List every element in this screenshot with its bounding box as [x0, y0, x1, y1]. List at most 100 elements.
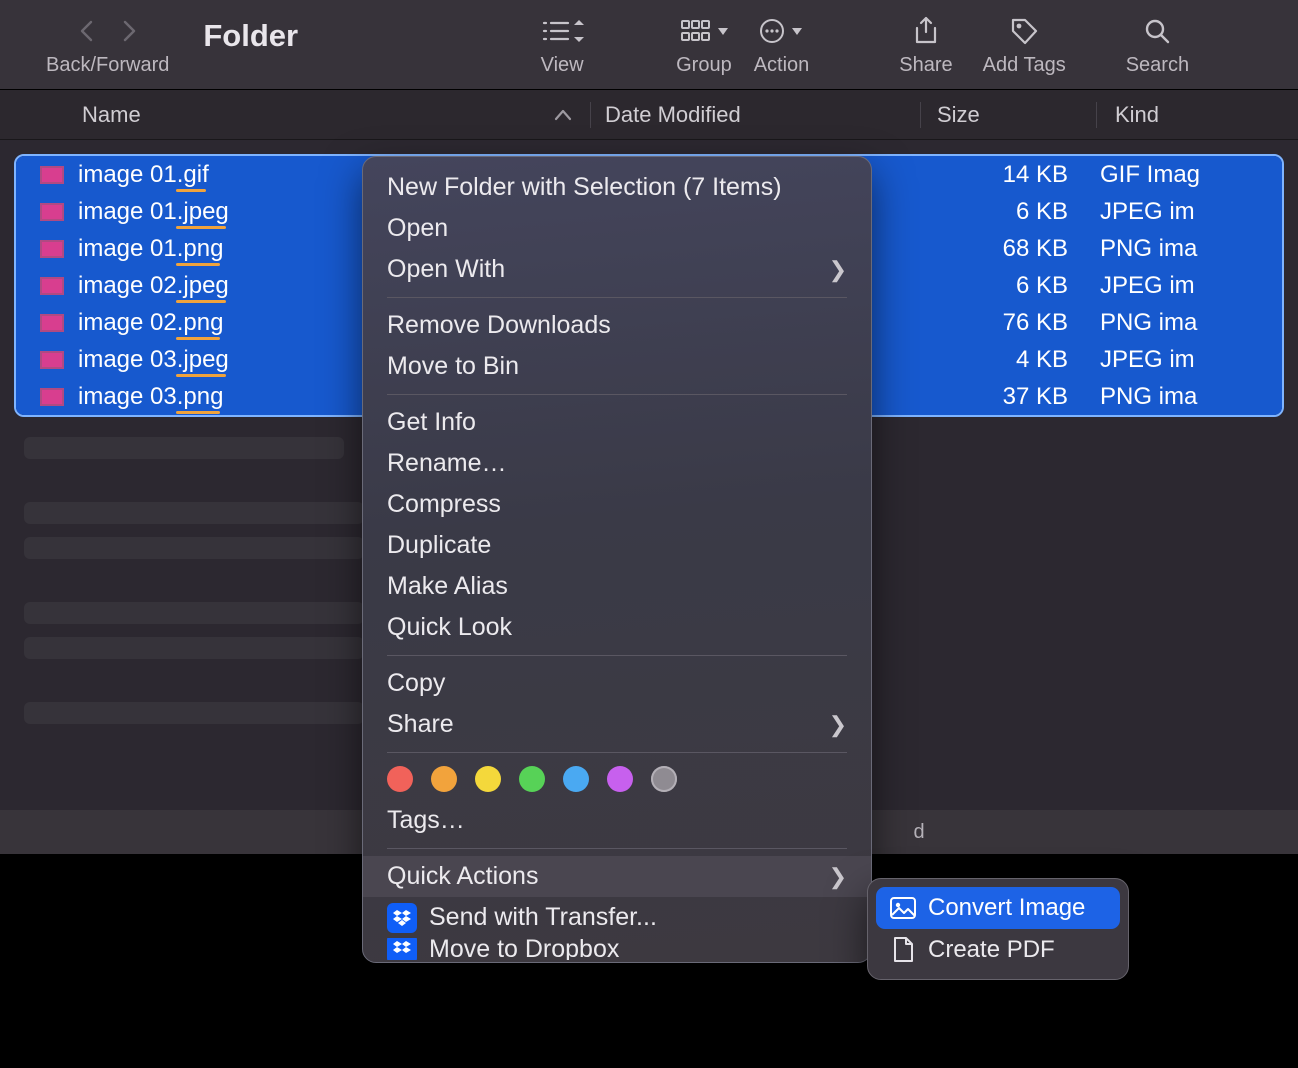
menu-label: Make Alias	[387, 572, 508, 601]
menu-quick-actions[interactable]: Quick Actions❯	[363, 856, 871, 897]
column-kind-label: Kind	[1115, 102, 1159, 127]
tag-purple[interactable]	[607, 766, 633, 792]
back-forward-label: Back/Forward	[46, 54, 169, 77]
menu-quick-look[interactable]: Quick Look	[363, 607, 871, 648]
file-size: 14 KB	[906, 161, 1082, 189]
menu-duplicate[interactable]: Duplicate	[363, 525, 871, 566]
tag-green[interactable]	[519, 766, 545, 792]
chevron-right-icon	[120, 19, 138, 43]
menu-label: Send with Transfer...	[429, 903, 657, 932]
window-title: Folder	[203, 14, 298, 48]
tag-none[interactable]	[651, 766, 677, 792]
menu-label: Open With	[387, 255, 505, 284]
menu-move-to-bin[interactable]: Move to Bin	[363, 346, 871, 387]
dropbox-icon	[387, 903, 417, 933]
forward-button[interactable]	[108, 14, 150, 48]
menu-label: Open	[387, 214, 448, 243]
search-label: Search	[1126, 54, 1189, 77]
share-button[interactable]	[902, 14, 950, 48]
menu-label: New Folder with Selection (7 Items)	[387, 173, 782, 202]
menu-copy[interactable]: Copy	[363, 663, 871, 704]
column-header-size[interactable]: Size	[920, 102, 1096, 128]
status-text: d	[913, 821, 924, 844]
folder-title: Folder	[203, 18, 298, 54]
file-size: 37 KB	[906, 383, 1082, 411]
file-size: 4 KB	[906, 346, 1082, 374]
context-menu: New Folder with Selection (7 Items) Open…	[362, 156, 872, 963]
share-icon	[912, 16, 940, 46]
file-thumbnail-icon	[40, 314, 64, 332]
tag-yellow[interactable]	[475, 766, 501, 792]
action-icon	[758, 18, 806, 44]
file-kind: JPEG im	[1082, 198, 1282, 226]
tag-blue[interactable]	[563, 766, 589, 792]
view-button[interactable]	[538, 14, 586, 48]
menu-separator	[387, 394, 847, 395]
menu-get-info[interactable]: Get Info	[363, 402, 871, 443]
menu-label: Remove Downloads	[387, 311, 611, 340]
file-name: image 01.gif	[78, 161, 209, 189]
file-name: image 01.jpeg	[78, 198, 229, 226]
menu-label: Move to Dropbox	[429, 938, 619, 960]
menu-remove-downloads[interactable]: Remove Downloads	[363, 305, 871, 346]
file-size: 76 KB	[906, 309, 1082, 337]
group-icon	[680, 18, 728, 44]
tag-orange[interactable]	[431, 766, 457, 792]
file-thumbnail-icon	[40, 388, 64, 406]
menu-move-to-dropbox[interactable]: Move to Dropbox	[363, 938, 871, 960]
tag-red[interactable]	[387, 766, 413, 792]
sort-ascending-icon	[554, 108, 572, 122]
file-name: image 01.png	[78, 235, 223, 263]
submenu-convert-image[interactable]: Convert Image	[876, 887, 1120, 929]
menu-send-with-transfer[interactable]: Send with Transfer...	[363, 897, 871, 938]
menu-separator	[387, 848, 847, 849]
menu-new-folder[interactable]: New Folder with Selection (7 Items)	[363, 167, 871, 208]
group-button[interactable]	[680, 14, 728, 48]
file-thumbnail-icon	[40, 351, 64, 369]
file-thumbnail-icon	[40, 240, 64, 258]
menu-tags[interactable]: Tags…	[363, 800, 871, 841]
file-kind: GIF Imag	[1082, 161, 1282, 189]
menu-label: Rename…	[387, 449, 507, 478]
column-header-kind[interactable]: Kind	[1096, 102, 1298, 128]
menu-label: Move to Bin	[387, 352, 519, 381]
column-header-date[interactable]: Date Modified	[590, 102, 920, 128]
menu-rename[interactable]: Rename…	[363, 443, 871, 484]
menu-open-with[interactable]: Open With ❯	[363, 249, 871, 290]
menu-separator	[387, 297, 847, 298]
menu-separator	[387, 752, 847, 753]
menu-label: Tags…	[387, 806, 465, 835]
file-name: image 02.png	[78, 309, 223, 337]
submenu-create-pdf[interactable]: Create PDF	[876, 929, 1120, 971]
share-group: Share	[899, 14, 952, 77]
action-label: Action	[754, 54, 810, 77]
menu-make-alias[interactable]: Make Alias	[363, 566, 871, 607]
search-icon	[1143, 17, 1171, 45]
menu-share[interactable]: Share❯	[363, 704, 871, 745]
chevron-left-icon	[78, 19, 96, 43]
chevron-right-icon: ❯	[829, 257, 847, 283]
group-label: Group	[676, 54, 732, 77]
image-icon	[888, 897, 918, 919]
file-kind: JPEG im	[1082, 272, 1282, 300]
menu-label: Get Info	[387, 408, 476, 437]
menu-label: Quick Look	[387, 613, 512, 642]
file-name: image 03.png	[78, 383, 223, 411]
document-icon	[888, 937, 918, 963]
column-header-name[interactable]: Name	[0, 102, 590, 128]
view-group: View	[538, 14, 586, 77]
search-button[interactable]	[1133, 14, 1181, 48]
dropbox-icon	[387, 938, 417, 960]
action-button[interactable]	[758, 14, 806, 48]
back-button[interactable]	[66, 14, 108, 48]
menu-open[interactable]: Open	[363, 208, 871, 249]
quick-actions-submenu: Convert Image Create PDF	[867, 878, 1129, 980]
toolbar: Back/Forward Folder Vie	[0, 0, 1298, 90]
search-group: Search	[1126, 14, 1189, 77]
menu-compress[interactable]: Compress	[363, 484, 871, 525]
add-tags-button[interactable]	[1000, 14, 1048, 48]
tags-group: Add Tags	[983, 14, 1066, 77]
action-group: Action	[754, 14, 810, 77]
file-kind: PNG ima	[1082, 235, 1282, 263]
menu-separator	[387, 655, 847, 656]
